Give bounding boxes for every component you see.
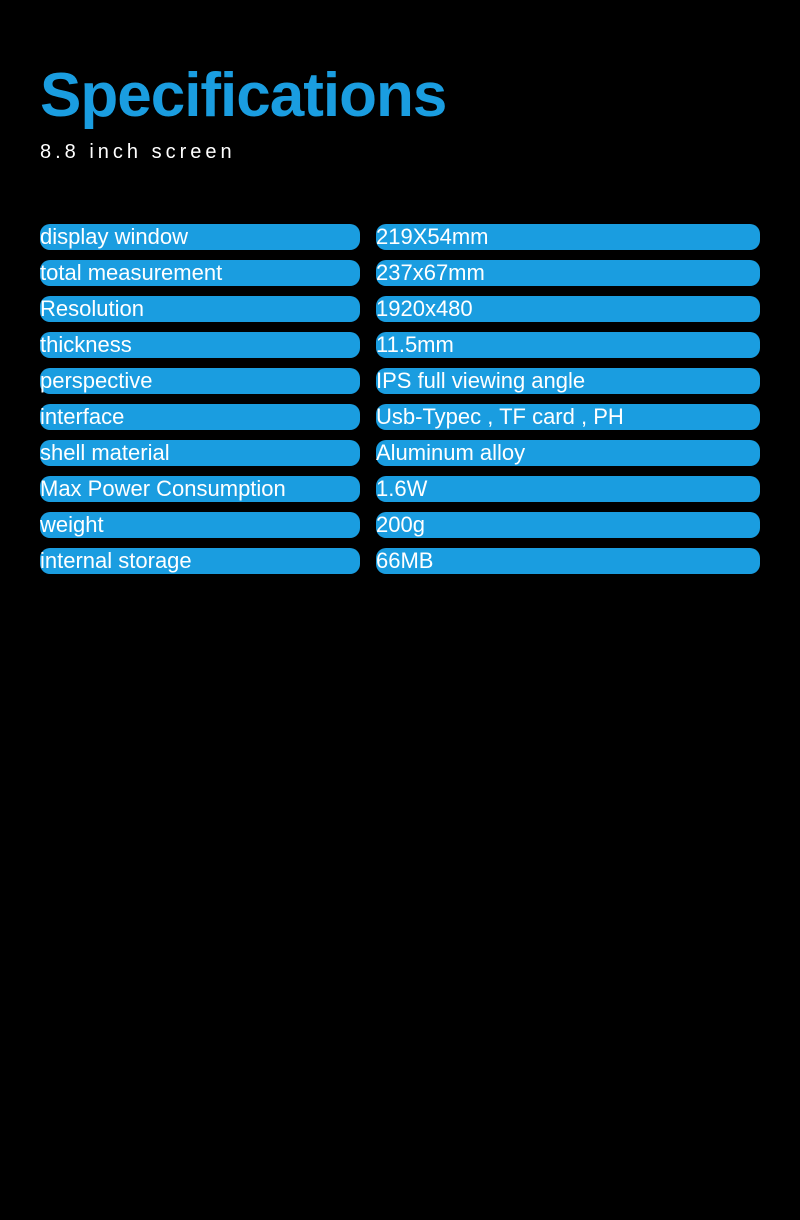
table-row: shell material Aluminum alloy [40,440,760,466]
table-row: thickness 11.5mm [40,332,760,358]
table-row: weight 200g [40,512,760,538]
table-row: perspective IPS full viewing angle [40,368,760,394]
spec-label: display window [40,224,360,250]
spec-value: 1.6W [376,476,760,502]
spec-value: IPS full viewing angle [376,368,760,394]
spec-spacer [360,260,376,286]
spec-label: perspective [40,368,360,394]
spec-value: 219X54mm [376,224,760,250]
spec-spacer [360,296,376,322]
spec-value: 237x67mm [376,260,760,286]
table-row: Resolution 1920x480 [40,296,760,322]
spec-label: weight [40,512,360,538]
spec-value: 200g [376,512,760,538]
table-row: internal storage 66MB [40,548,760,574]
page-subtitle: 8.8 inch screen [40,141,760,164]
spec-spacer [360,404,376,430]
spec-spacer [360,368,376,394]
spec-value: 1920x480 [376,296,760,322]
spec-label: shell material [40,440,360,466]
spec-spacer [360,224,376,250]
specs-table: display window 219X54mm total measurement 2… [40,214,760,584]
spec-label: interface [40,404,360,430]
table-row: display window 219X54mm [40,224,760,250]
table-row: Max Power Consumption 1.6W [40,476,760,502]
table-row: total measurement 237x67mm [40,260,760,286]
spec-value: 66MB [376,548,760,574]
table-row: interface Usb-Typec , TF card , PH [40,404,760,430]
spec-spacer [360,332,376,358]
spec-label: Resolution [40,296,360,322]
spec-spacer [360,440,376,466]
spec-spacer [360,476,376,502]
spec-value: 11.5mm [376,332,760,358]
spec-spacer [360,548,376,574]
spec-label: total measurement [40,260,360,286]
spec-value: Aluminum alloy [376,440,760,466]
spec-value: Usb-Typec , TF card , PH [376,404,760,430]
spec-spacer [360,512,376,538]
spec-label: thickness [40,332,360,358]
spec-label: internal storage [40,548,360,574]
spec-label: Max Power Consumption [40,476,360,502]
page-title: Specifications [40,60,760,131]
